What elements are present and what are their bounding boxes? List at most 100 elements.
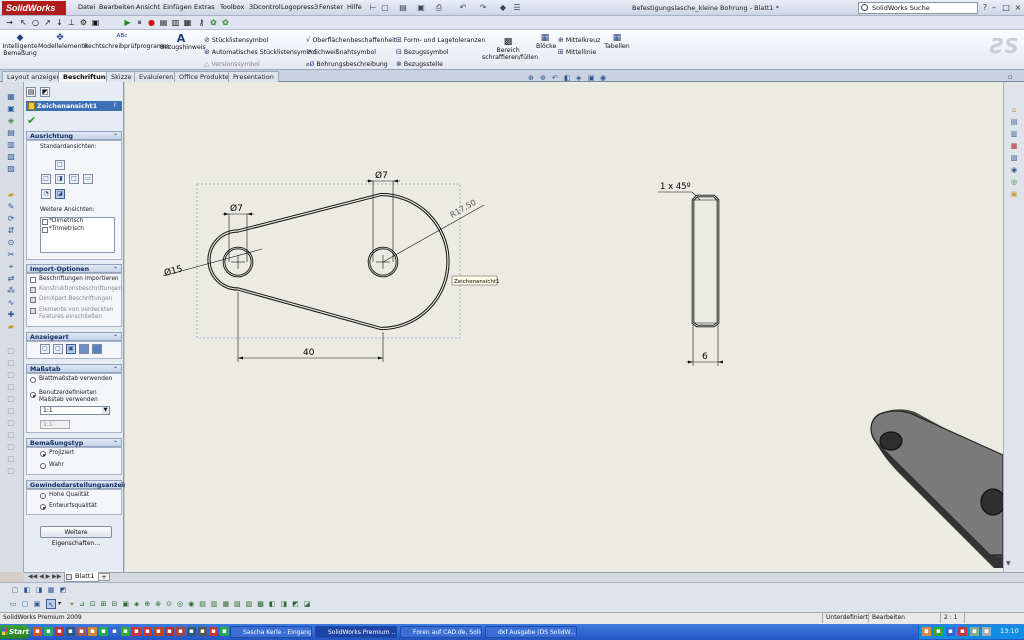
rotate-icon[interactable]: ⟳ — [4, 214, 18, 224]
table-icon[interactable]: ▥ — [4, 140, 18, 150]
smart-dimension-button[interactable]: ◆ Intelligente Bemaßung — [2, 34, 38, 58]
spline-icon[interactable]: ∿ — [4, 298, 18, 308]
dim-r1750[interactable]: R17,50 — [449, 198, 478, 220]
pin-icon[interactable]: ⊢ — [368, 3, 378, 13]
record-macro-icon[interactable]: ● — [146, 17, 157, 28]
quicklaunch-app4-icon[interactable]: ▪ — [66, 627, 75, 636]
run-macro-icon[interactable]: ▶ — [122, 17, 133, 28]
dim-40[interactable]: 40 — [303, 348, 315, 358]
quicklaunch-app9-icon[interactable]: ▪ — [121, 627, 130, 636]
rebuild-icon[interactable]: ◆ — [498, 3, 508, 13]
help-question-icon[interactable]: ? — [113, 102, 116, 109]
tab-skizze[interactable]: Skizze — [106, 71, 137, 82]
menu-3dcontrol[interactable]: 3Dcontrol — [249, 3, 281, 11]
task-solidworks[interactable]: SolidWorks Premium ... — [315, 626, 397, 638]
restore-view-icon[interactable]: ▫ — [1008, 73, 1013, 81]
feature-tree-tab-icon[interactable]: ▤ — [26, 87, 36, 97]
datum-feature-button[interactable]: ⊟ Bezugssymbol — [396, 48, 449, 57]
dim-phi7-right[interactable]: Ø7 — [375, 170, 388, 181]
relation-icon[interactable]: ⊙ — [4, 238, 18, 248]
front-view-button[interactable]: □ — [55, 160, 65, 170]
toolbox-icon[interactable]: ▦ — [1009, 142, 1019, 151]
high-quality-radio[interactable] — [40, 493, 46, 499]
auto-balloon-button[interactable]: ⊛ Automatisches Stücklistensymbol — [204, 48, 316, 57]
draft-quality-radio[interactable] — [40, 504, 46, 510]
edit-macro-icon[interactable]: ▥ — [170, 17, 181, 28]
tray-icon-6[interactable]: ▪ — [982, 627, 991, 636]
spell-check-button[interactable]: ᴬᴮᶜ Rechtschreibprüfprogramm — [84, 34, 169, 51]
close-button[interactable]: × — [1012, 3, 1024, 13]
pause-macro-icon[interactable]: ⏸ — [134, 17, 145, 28]
tab-layout-anzeigen[interactable]: Layout anzeigen — [2, 71, 66, 82]
import-annotations-checkbox[interactable] — [30, 277, 36, 283]
back-view-button[interactable]: □ — [69, 174, 79, 184]
addin-icon[interactable]: ✿ — [208, 17, 219, 28]
menu-toolbox[interactable]: Toolbox — [220, 3, 244, 11]
perspective-icon[interactable]: ▢ — [4, 382, 18, 392]
resources-icon[interactable]: ⌂ — [1009, 106, 1019, 115]
projected-radio[interactable] — [40, 451, 46, 457]
section-bemassungstyp-header[interactable]: Bemaßungstyp ⌃ — [26, 438, 122, 447]
iso-view-button[interactable]: ◪ — [55, 189, 65, 199]
right-view-button[interactable]: ◨ — [55, 174, 65, 184]
section-massstab-header[interactable]: Maßstab ⌃ — [26, 364, 122, 373]
wireframe-icon[interactable]: ▢ — [4, 358, 18, 368]
pattern-icon[interactable]: ⁂ — [4, 286, 18, 296]
quicklaunch-app17-icon[interactable]: ▪ — [209, 627, 218, 636]
view-tool-icon[interactable]: ▣ — [4, 104, 18, 114]
blocks-button[interactable]: ▦ Blöcke — [536, 34, 556, 51]
tab-office-produkte[interactable]: Office Produkte — [174, 71, 234, 82]
menu-datei[interactable]: Datei — [78, 3, 95, 11]
bottom-view-button[interactable]: ◔ — [41, 189, 51, 199]
new-macro-icon[interactable]: ▤ — [158, 17, 169, 28]
dim-6[interactable]: 6 — [702, 352, 708, 362]
surface-finish-button[interactable]: √ Oberflächenbeschaffenheit — [306, 36, 396, 45]
arc-tool-icon[interactable]: ↗ — [42, 17, 53, 28]
menu-hilfe[interactable]: Hilfe — [347, 3, 362, 11]
center-mark-button[interactable]: ⊕ Mittelkreuz — [558, 36, 600, 45]
view-orientation-icon[interactable]: ◈ — [576, 74, 581, 82]
standard-views-icon[interactable]: ▢ — [4, 442, 18, 452]
quicklaunch-app11-icon[interactable]: ▪ — [143, 627, 152, 636]
task-dxf[interactable]: dxf Ausgabe (DS SolidW... — [485, 626, 577, 638]
weld-symbol-button[interactable]: ↗ Schweißnahtsymbol — [306, 48, 376, 57]
zoom-icon[interactable]: ▢ — [4, 406, 18, 416]
custom-scale-radio[interactable] — [30, 392, 36, 398]
model-items-button[interactable]: ✥ Modellelemente — [38, 34, 88, 51]
quicklaunch-app15-icon[interactable]: ▪ — [187, 627, 196, 636]
drawing-tool-icon[interactable]: ▦ — [4, 92, 18, 102]
redo-icon[interactable]: ↷ — [478, 3, 488, 13]
line-tool-icon[interactable]: ↓ — [54, 17, 65, 28]
minimize-button[interactable]: – — [988, 3, 1000, 13]
display-style-hud-icon[interactable]: ▣ — [588, 74, 595, 82]
dropdown-icon[interactable]: ▾ — [58, 600, 61, 607]
tray-icon-3[interactable]: ▪ — [946, 627, 955, 636]
quicklaunch-app6-icon[interactable]: ▪ — [88, 627, 97, 636]
zoom-area-icon[interactable]: ⊕ — [540, 74, 546, 82]
key-icon[interactable]: ⚷ — [196, 17, 207, 28]
property-manager-tab-icon[interactable]: ◩ — [40, 87, 50, 97]
sheet-nav-icons[interactable]: ◀◀ ◀ ▶ ▶▶ — [28, 573, 61, 580]
sheet-icon[interactable]: ▤ — [4, 128, 18, 138]
centerline-button[interactable]: ⊞ Mittellinie — [558, 48, 596, 57]
quicklaunch-app16-icon[interactable]: ▪ — [198, 627, 207, 636]
task-outlook[interactable]: Sascha Kerle - Eingang - ... — [230, 626, 312, 638]
top-view-button[interactable]: □ — [41, 174, 51, 184]
hlv-icon[interactable]: ◧ — [22, 585, 32, 595]
select-icon[interactable]: ▭ — [8, 599, 18, 609]
shaded-icon[interactable]: ▢ — [4, 370, 18, 380]
tray-icon-5[interactable]: ▪ — [970, 627, 979, 636]
section-view-hud-icon[interactable]: ◧ — [564, 74, 571, 82]
pan-icon[interactable]: ▢ — [4, 418, 18, 428]
new-document-icon[interactable]: ▢ — [380, 3, 390, 13]
quicklaunch-app2-icon[interactable]: ▪ — [44, 627, 53, 636]
quicklaunch-app12-icon[interactable]: ▪ — [154, 627, 163, 636]
tray-icon-2[interactable]: ▪ — [934, 627, 943, 636]
menu-bearbeiten[interactable]: Bearbeiten — [99, 3, 135, 11]
quicklaunch-app13-icon[interactable]: ▪ — [165, 627, 174, 636]
appearances-icon[interactable]: ◉ — [1009, 166, 1019, 175]
hidden-lines-icon[interactable]: ▢ — [4, 346, 18, 356]
open-icon[interactable]: ▤ — [398, 3, 408, 13]
task-cadde[interactable]: Foren auf CAD.de, Solid... — [400, 626, 482, 638]
display-style-icon[interactable]: ▢ — [4, 454, 18, 464]
